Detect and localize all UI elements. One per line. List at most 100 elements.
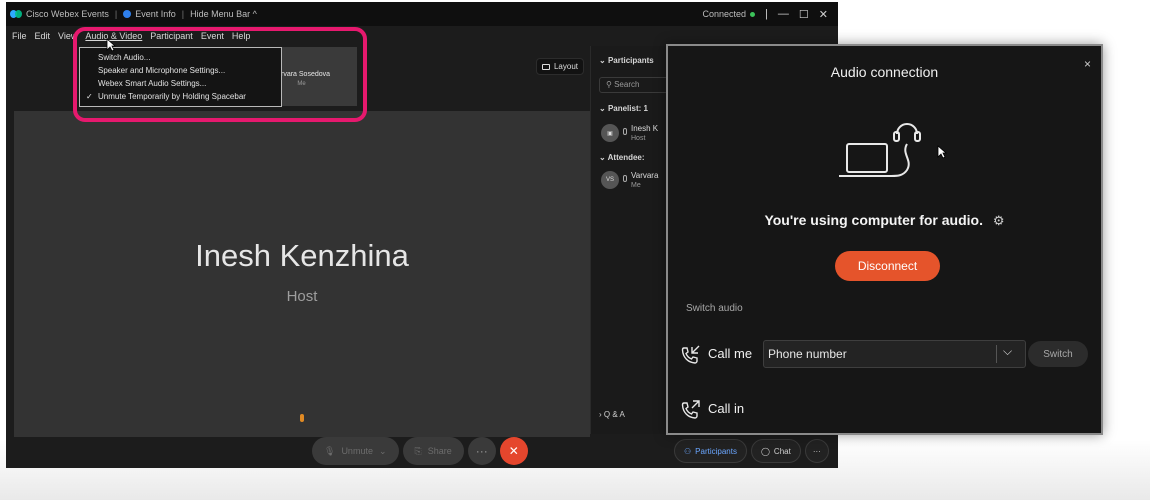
- menu-edit[interactable]: Edit: [35, 31, 51, 41]
- mouse-cursor-icon: [106, 38, 116, 52]
- call-in-icon: [681, 400, 700, 419]
- webex-logo-icon: [10, 10, 22, 18]
- audio-status-text: You're using computer for audio.: [764, 212, 983, 228]
- disconnect-button[interactable]: Disconnect: [835, 251, 940, 281]
- chevron-down-icon: ⌄: [599, 56, 608, 65]
- close-window-button[interactable]: ✕: [819, 8, 828, 21]
- audio-status: You're using computer for audio. ⚙: [668, 212, 1101, 229]
- title-bar: Cisco Webex Events | Event Info | Hide M…: [6, 2, 838, 26]
- unmute-button[interactable]: 🎙 Unmute ⌄: [312, 437, 399, 465]
- participant-row[interactable]: VS Varvara Me: [601, 171, 658, 190]
- call-me-icon: [681, 345, 700, 364]
- participant-search-input[interactable]: ⚲ Search: [599, 77, 671, 93]
- window-controls: Connected | — ☐ ✕: [703, 8, 839, 21]
- participants-header[interactable]: ⌄ Participants: [599, 56, 654, 65]
- menu-item-label: Speaker and Microphone Settings...: [98, 66, 226, 75]
- participant-name: Varvara: [631, 171, 659, 180]
- avatar: ▣: [601, 124, 619, 142]
- more-panels-button[interactable]: ···: [804, 439, 829, 463]
- menu-item-label: Switch Audio...: [98, 53, 151, 62]
- select-divider: [996, 345, 997, 363]
- menu-help[interactable]: Help: [232, 31, 251, 41]
- chat-toggle-button[interactable]: ◯ Chat: [750, 439, 801, 463]
- phone-number-placeholder: Phone number: [768, 347, 847, 361]
- menu-event[interactable]: Event: [201, 31, 224, 41]
- more-options-button[interactable]: ···: [467, 437, 496, 465]
- maximize-button[interactable]: ☐: [799, 8, 809, 21]
- connection-status: Connected: [703, 9, 756, 19]
- panelist-section[interactable]: ⌄ Panelist: 1: [599, 104, 648, 113]
- menu-item-label: Unmute Temporarily by Holding Spacebar: [98, 92, 246, 101]
- layout-label: Layout: [553, 62, 579, 71]
- call-in-label: Call in: [708, 401, 745, 416]
- participants-header-label: Participants: [607, 56, 654, 65]
- mic-icon: 🎙: [324, 445, 336, 456]
- participants-toggle-button[interactable]: ⚇ Participants: [674, 439, 747, 463]
- participants-toggle-label: Participants: [695, 446, 737, 456]
- qa-label: Q & A: [603, 410, 625, 419]
- active-speaker-stage: Inesh Kenzhina Host: [14, 111, 590, 437]
- menu-item-speaker-mic-settings[interactable]: Speaker and Microphone Settings...: [80, 64, 281, 77]
- speaker-role: Host: [286, 288, 318, 305]
- app-name: Cisco Webex Events: [26, 9, 109, 19]
- search-icon: ⚲: [606, 80, 615, 89]
- app-title: Cisco Webex Events: [6, 9, 113, 19]
- dialog-close-button[interactable]: ×: [1084, 57, 1091, 71]
- hide-menu-bar-button[interactable]: Hide Menu Bar ^: [186, 9, 261, 19]
- menu-item-unmute-spacebar[interactable]: ✓ Unmute Temporarily by Holding Spacebar: [80, 90, 281, 103]
- mouse-cursor-icon: [937, 145, 947, 159]
- participant-info: Varvara Me: [631, 171, 658, 190]
- menu-item-switch-audio[interactable]: Switch Audio...: [80, 51, 281, 64]
- switch-audio-label: Switch audio: [686, 303, 743, 314]
- audio-video-dropdown: Switch Audio... Speaker and Microphone S…: [79, 47, 282, 107]
- mic-activity-icon: [300, 414, 304, 422]
- search-placeholder: Search: [614, 80, 640, 89]
- menu-participant[interactable]: Participant: [150, 31, 193, 41]
- chevron-down-icon: ⌄: [378, 445, 387, 456]
- call-me-label: Call me: [708, 346, 753, 361]
- leave-meeting-button[interactable]: ✕: [499, 437, 528, 465]
- attendee-section-label: Attendee:: [607, 153, 645, 162]
- chevron-down-icon: ⌄: [599, 153, 608, 162]
- menu-view[interactable]: View: [58, 31, 77, 41]
- chevron-down-icon[interactable]: ⌵: [1003, 344, 1012, 359]
- checkmark-icon: ✓: [86, 92, 93, 101]
- audio-connection-dialog: Audio connection × You're using computer…: [666, 44, 1103, 435]
- switch-button[interactable]: Switch: [1028, 341, 1088, 367]
- connection-status-label: Connected: [702, 9, 747, 19]
- share-button[interactable]: ⎘ Share: [402, 437, 464, 465]
- chat-icon: ◯: [760, 446, 770, 456]
- event-info-button[interactable]: Event Info: [119, 9, 180, 19]
- speaker-name: Inesh Kenzhina: [195, 238, 409, 273]
- chevron-down-icon: ⌄: [599, 104, 608, 113]
- layout-button[interactable]: Layout: [536, 58, 584, 75]
- minimize-button[interactable]: —: [778, 8, 789, 20]
- panel-toggle-bar: ⚇ Participants ◯ Chat ···: [674, 438, 829, 464]
- event-info-label: Event Info: [135, 9, 176, 19]
- headset-laptop-icon: [839, 123, 921, 177]
- share-label: Share: [427, 446, 452, 456]
- qa-section[interactable]: › Q & A: [599, 410, 625, 419]
- menu-file[interactable]: File: [12, 31, 27, 41]
- menu-item-smart-audio-settings[interactable]: Webex Smart Audio Settings...: [80, 77, 281, 90]
- meeting-controls: 🎙 Unmute ⌄ ⎘ Share ··· ✕: [312, 436, 528, 466]
- title-separator: |: [765, 8, 768, 20]
- unmute-label: Unmute: [341, 446, 373, 456]
- mic-icon: [623, 175, 627, 182]
- chat-toggle-label: Chat: [773, 446, 791, 456]
- layout-icon: [541, 63, 550, 70]
- phone-number-select[interactable]: Phone number ⌵: [763, 340, 1026, 368]
- gear-icon[interactable]: ⚙: [993, 213, 1005, 229]
- menu-bar: File Edit View Audio & Video Participant…: [6, 26, 838, 46]
- participant-name: Inesh K: [631, 124, 659, 133]
- menu-item-label: Webex Smart Audio Settings...: [98, 79, 207, 88]
- people-icon: ⚇: [684, 446, 692, 456]
- info-icon: [123, 10, 132, 18]
- participant-info: Inesh K Host: [631, 124, 658, 143]
- participant-role: Me: [631, 182, 641, 189]
- mic-icon: [623, 128, 627, 135]
- attendee-section[interactable]: ⌄ Attendee:: [599, 153, 645, 162]
- participants-panel: ⌄ Participants ⚲ Search ⌄ Panelist: 1 ▣ …: [590, 46, 671, 434]
- participant-row[interactable]: ▣ Inesh K Host: [601, 124, 658, 143]
- connected-dot-icon: [750, 11, 756, 17]
